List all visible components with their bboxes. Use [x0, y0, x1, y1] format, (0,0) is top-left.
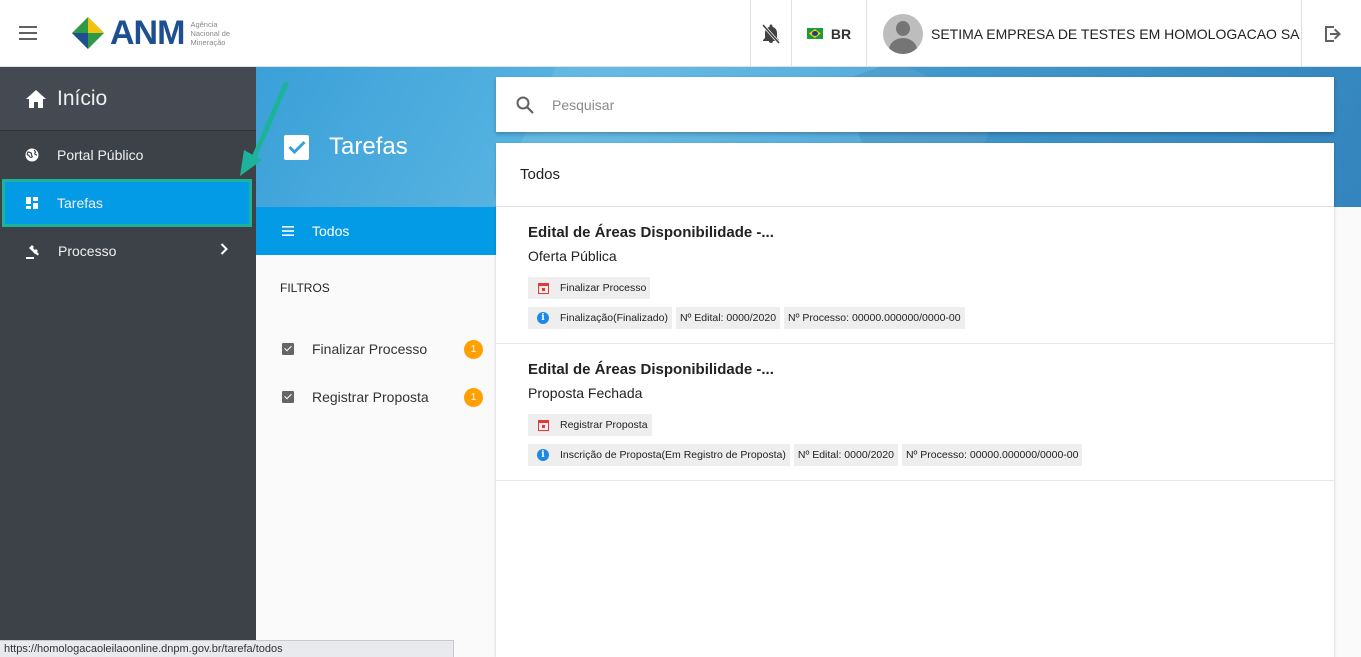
filter-todos-label: Todos — [312, 223, 350, 239]
info-icon: i — [537, 449, 549, 461]
info-icon: i — [537, 312, 549, 324]
search-input[interactable] — [552, 96, 1252, 113]
search-bar — [496, 77, 1334, 132]
home-label: Início — [57, 86, 108, 110]
task-edital-chip: Nº Edital: 0000/2020 — [793, 444, 898, 466]
sidebar: Início Portal Público Tarefas Processo — [0, 67, 256, 657]
sidebar-item-tarefas[interactable]: Tarefas — [2, 179, 252, 227]
task-status-chip: i Inscrição de Proposta(Em Registro de P… — [528, 444, 790, 466]
calendar-icon — [537, 282, 549, 294]
filter-label: Finalizar Processo — [312, 341, 428, 357]
filter-registrar-proposta[interactable]: Registrar Proposta 1 — [256, 373, 496, 421]
checkbox-checked-icon[interactable] — [282, 343, 294, 355]
filter-finalizar-processo[interactable]: Finalizar Processo 1 — [256, 325, 496, 373]
page-title: Tarefas — [284, 133, 408, 161]
task-list: Todos Edital de Áreas Disponibilidade -.… — [496, 143, 1334, 657]
search-icon — [516, 96, 534, 114]
hamburger-menu-button[interactable] — [0, 0, 56, 67]
bell-off-icon — [762, 23, 780, 44]
calendar-icon — [537, 419, 549, 431]
filter-todos-tab[interactable]: Todos — [256, 207, 496, 255]
language-selector[interactable]: BR — [791, 0, 866, 67]
notifications-button[interactable] — [750, 0, 791, 67]
chevron-right-icon — [220, 243, 228, 255]
task-processo-chip: Nº Processo: 00000.000000/0000-00 — [901, 444, 1083, 466]
logout-button[interactable] — [1301, 0, 1361, 67]
task-action-chip: Finalizar Processo — [528, 277, 651, 299]
browser-status-url: https://homologacaoleilaoonline.dnpm.gov… — [0, 640, 454, 657]
task-processo-chip: Nº Processo: 00000.000000/0000-00 — [784, 307, 965, 329]
dashboard-icon — [26, 197, 38, 209]
count-badge: 1 — [464, 388, 483, 407]
filter-label: Registrar Proposta — [312, 389, 429, 405]
sidebar-item-processo[interactable]: Processo — [0, 227, 256, 275]
sidebar-item-portal-publico[interactable]: Portal Público — [0, 131, 256, 179]
page-title-text: Tarefas — [329, 133, 408, 160]
task-action: Finalizar Processo — [560, 282, 647, 294]
task-item[interactable]: Edital de Áreas Disponibilidade -... Pro… — [496, 344, 1334, 481]
task-action-chip: Registrar Proposta — [528, 414, 652, 436]
brazil-flag-icon — [806, 28, 823, 39]
checkbox-checked-icon[interactable] — [282, 391, 294, 403]
sidebar-item-home[interactable]: Início — [0, 67, 256, 131]
sidebar-item-label: Tarefas — [57, 195, 103, 211]
task-title: Edital de Áreas Disponibilidade -... — [528, 361, 774, 378]
count-badge: 1 — [464, 340, 483, 359]
task-title: Edital de Áreas Disponibilidade -... — [528, 224, 774, 241]
anm-logo[interactable]: ANM Agência Nacional de Mineração — [70, 0, 240, 67]
sidebar-item-label: Processo — [58, 243, 117, 259]
gavel-icon — [26, 244, 39, 259]
avatar — [883, 13, 923, 54]
top-bar: ANM Agência Nacional de Mineração BR SET… — [0, 0, 1361, 67]
logo-text: ANM — [110, 14, 185, 52]
task-edital-chip: Nº Edital: 0000/2020 — [675, 307, 781, 329]
checkbox-icon — [284, 134, 309, 160]
task-subtitle: Proposta Fechada — [528, 385, 643, 401]
logo-subtitle: Agência Nacional de Mineração — [190, 19, 231, 47]
home-icon — [26, 89, 46, 108]
menu-icon — [19, 32, 37, 34]
task-status: Inscrição de Proposta(Em Registro de Pro… — [560, 449, 786, 461]
globe-icon — [25, 148, 39, 162]
list-icon — [282, 226, 294, 236]
task-list-heading: Todos — [496, 143, 1334, 207]
user-menu[interactable]: SETIMA EMPRESA DE TESTES EM HOMOLOGACAO … — [866, 0, 1301, 67]
sidebar-item-label: Portal Público — [57, 147, 144, 163]
task-item[interactable]: Edital de Áreas Disponibilidade -... Ofe… — [496, 207, 1334, 344]
logout-icon — [1324, 25, 1341, 42]
task-status-chip: i Finalização(Finalizado) — [528, 307, 672, 329]
task-action: Registrar Proposta — [560, 419, 648, 431]
task-status: Finalização(Finalizado) — [560, 312, 668, 324]
user-name: SETIMA EMPRESA DE TESTES EM HOMOLOGACAO … — [931, 25, 1300, 42]
filter-panel: Todos FILTROS Finalizar Processo 1 Regis… — [256, 207, 496, 657]
task-subtitle: Oferta Pública — [528, 248, 617, 264]
language-label: BR — [830, 25, 852, 42]
filters-heading: FILTROS — [280, 281, 330, 295]
anm-logo-icon — [72, 17, 104, 49]
